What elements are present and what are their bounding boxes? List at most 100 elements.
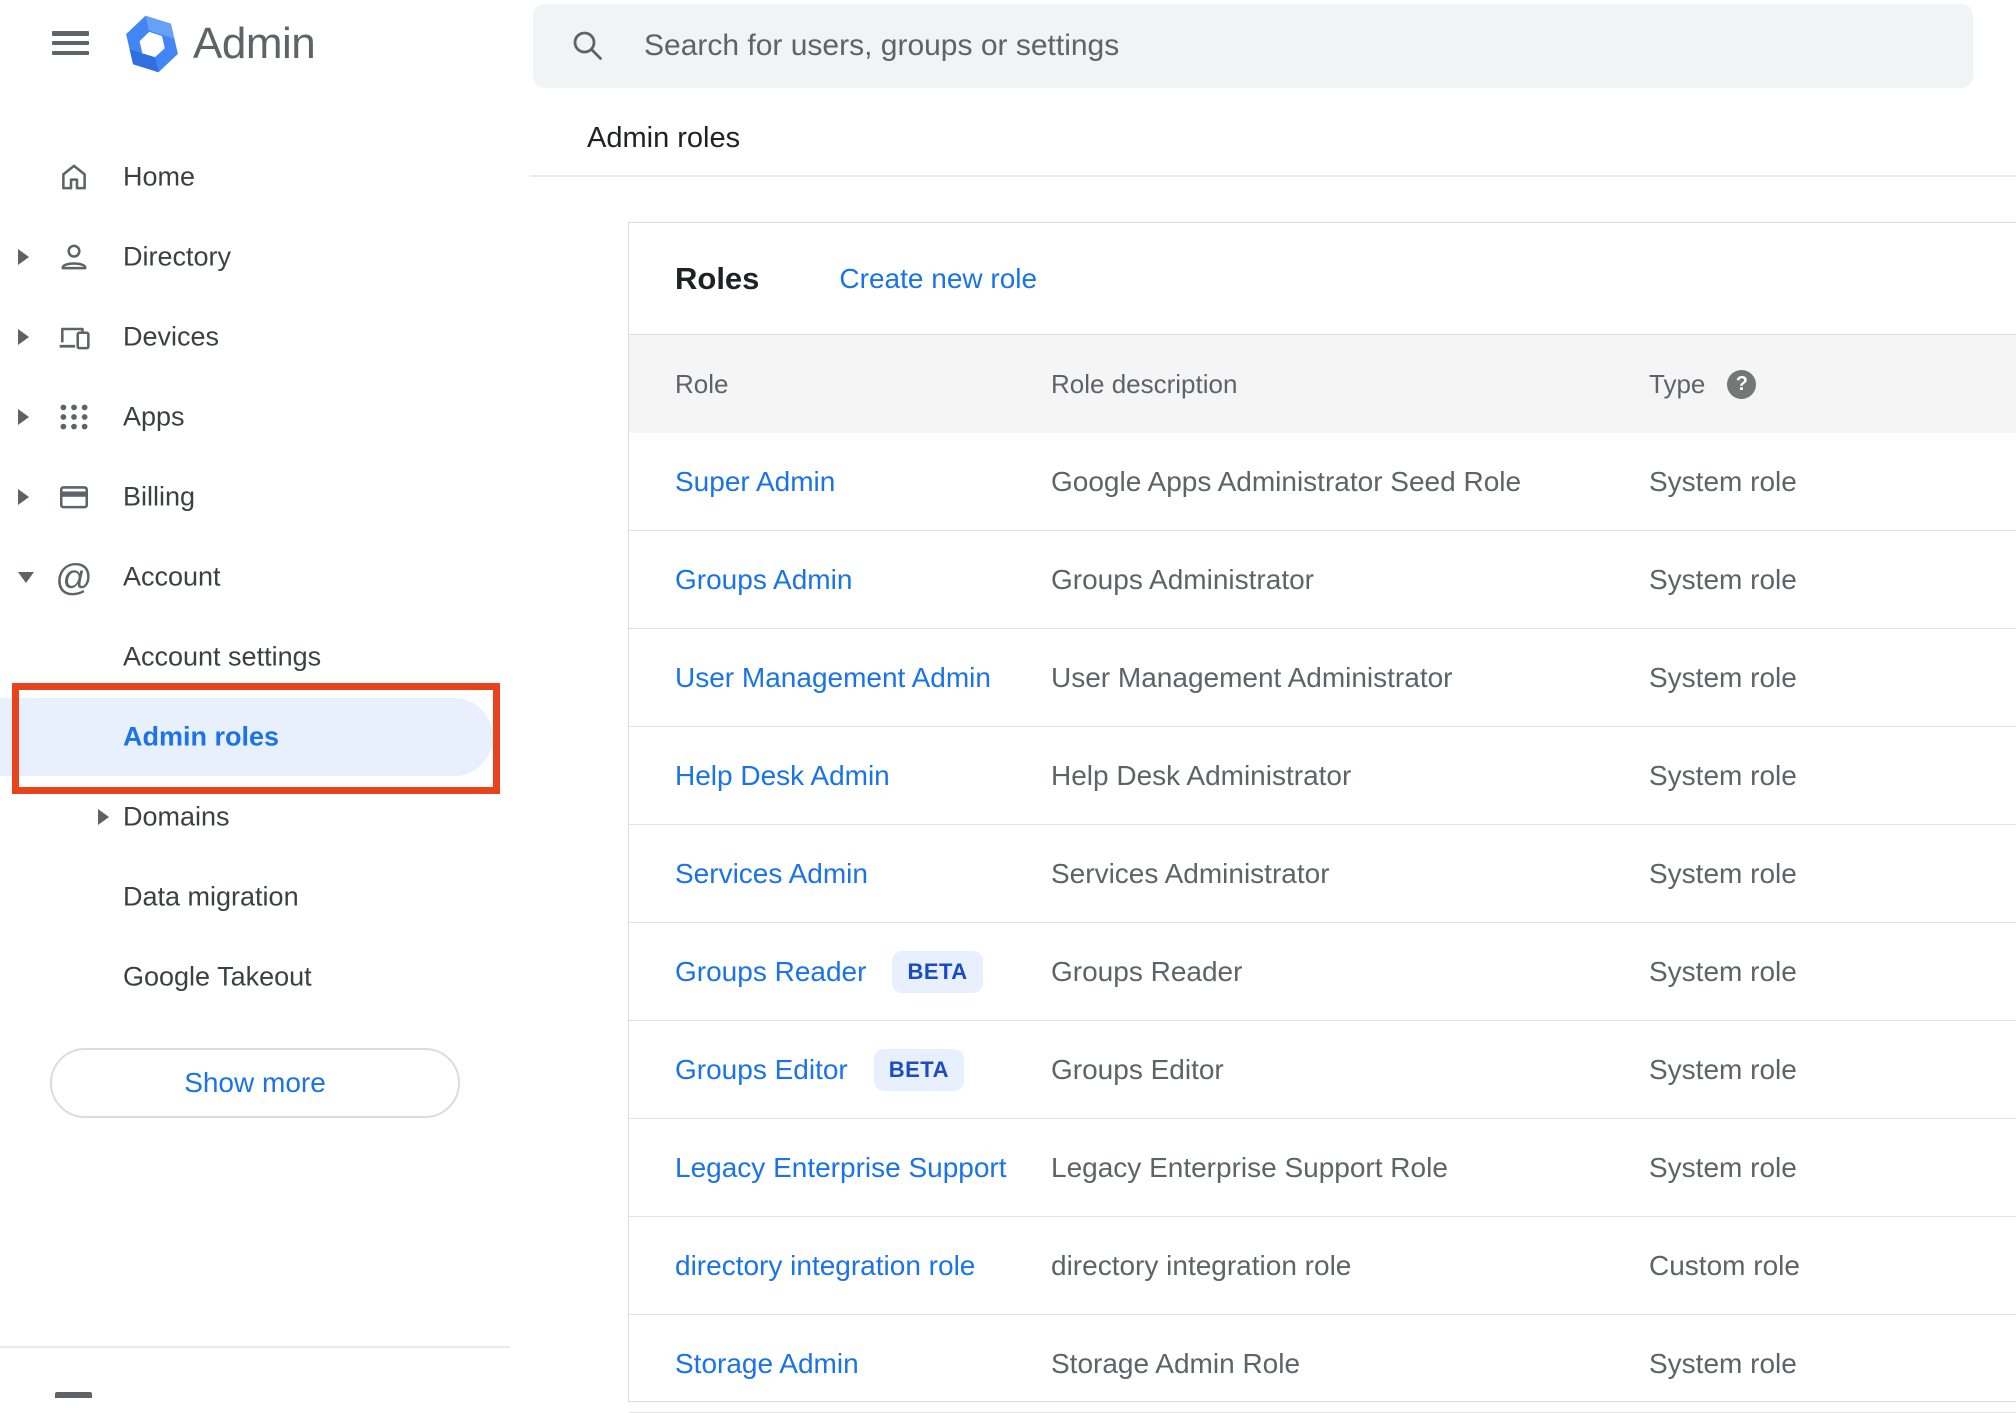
panel-title: Roles xyxy=(675,260,760,296)
role-description: Legacy Enterprise Support Role xyxy=(1051,1151,1448,1183)
table-header-row: Role Role description Type ? xyxy=(629,334,2016,433)
role-description: Google Apps Administrator Seed Role xyxy=(1051,465,1522,497)
role-link[interactable]: Groups Editor xyxy=(675,1054,848,1086)
roles-panel: Roles Create new role Role Role descript… xyxy=(628,222,2016,1413)
role-link[interactable]: Super Admin xyxy=(675,466,835,498)
sidebar-item-admin-roles[interactable]: Admin roles xyxy=(0,697,530,777)
role-description: Groups Administrator xyxy=(1051,563,1314,595)
role-link[interactable]: User Management Admin xyxy=(675,662,991,694)
at-sign-icon: @ xyxy=(55,556,93,598)
credit-card-icon xyxy=(56,479,92,515)
sidebar-item-label: Devices xyxy=(123,321,220,352)
sidebar-item-label: Apps xyxy=(123,401,185,432)
expand-arrow-icon[interactable] xyxy=(18,249,29,265)
role-type: System role xyxy=(1649,857,1797,889)
beta-badge: BETA xyxy=(873,1048,965,1091)
sidebar-item-label: Admin roles xyxy=(123,721,280,752)
sidebar-item-account[interactable]: @ Account xyxy=(0,537,530,617)
role-link[interactable]: Legacy Enterprise Support xyxy=(675,1152,1007,1184)
expand-arrow-icon[interactable] xyxy=(18,489,29,505)
sidebar-bottom-divider xyxy=(0,1346,510,1348)
sidebar-item-home[interactable]: Home xyxy=(0,137,530,217)
expand-arrow-icon[interactable] xyxy=(98,809,109,825)
app-title: Admin xyxy=(193,19,316,68)
search-input[interactable] xyxy=(644,29,1943,63)
sidebar-item-label: Google Takeout xyxy=(123,961,312,992)
sidebar-item-apps[interactable]: Apps xyxy=(0,377,530,457)
role-description: User Management Administrator xyxy=(1051,661,1453,693)
role-type: System role xyxy=(1649,955,1797,987)
table-row: User Management Admin User Management Ad… xyxy=(629,629,2016,727)
devices-icon xyxy=(56,319,92,355)
role-link[interactable]: Help Desk Admin xyxy=(675,760,890,792)
role-link[interactable]: Services Admin xyxy=(675,858,868,890)
apps-grid-icon xyxy=(56,399,92,435)
role-type: System role xyxy=(1649,1053,1797,1085)
search-bar[interactable] xyxy=(533,4,1973,88)
sidebar-item-google-takeout[interactable]: Google Takeout xyxy=(0,937,530,1017)
roles-panel-header: Roles Create new role xyxy=(629,223,2016,334)
table-row: Groups Reader BETA Groups Reader System … xyxy=(629,923,2016,1021)
sidebar-item-label: Domains xyxy=(123,801,230,832)
sidebar-item-billing[interactable]: Billing xyxy=(0,457,530,537)
sidebar-item-label: Directory xyxy=(123,241,232,272)
table-row: Storage Admin Storage Admin Role System … xyxy=(629,1315,2016,1413)
table-row: directory integration role directory int… xyxy=(629,1217,2016,1315)
role-description: Groups Editor xyxy=(1051,1053,1224,1085)
sidebar-item-label: Home xyxy=(123,161,196,192)
role-description: Storage Admin Role xyxy=(1051,1347,1301,1379)
sidebar-item-label: Data migration xyxy=(123,881,299,912)
role-type: System role xyxy=(1649,1347,1797,1379)
table-row: Groups Admin Groups Administrator System… xyxy=(629,531,2016,629)
role-type: System role xyxy=(1649,661,1797,693)
sidebar-item-label: Billing xyxy=(123,481,196,512)
admin-hexagon-logo-icon xyxy=(126,15,178,73)
role-description: directory integration role xyxy=(1051,1249,1352,1281)
search-icon xyxy=(573,31,602,60)
role-link[interactable]: Groups Reader xyxy=(675,956,866,988)
role-type: System role xyxy=(1649,563,1797,595)
role-description: Services Administrator xyxy=(1051,857,1330,889)
sidebar-item-domains[interactable]: Domains xyxy=(0,777,530,857)
column-header-role: Role xyxy=(675,368,729,399)
column-header-description: Role description xyxy=(1051,368,1238,399)
role-link[interactable]: Storage Admin xyxy=(675,1348,859,1380)
sidebar-item-directory[interactable]: Directory xyxy=(0,217,530,297)
expand-arrow-icon[interactable] xyxy=(18,409,29,425)
show-more-button[interactable]: Show more xyxy=(50,1048,460,1118)
role-link[interactable]: directory integration role xyxy=(675,1250,975,1282)
role-type: Custom role xyxy=(1649,1249,1800,1281)
breadcrumb: Admin roles xyxy=(587,122,741,154)
role-description: Help Desk Administrator xyxy=(1051,759,1352,791)
table-row: Help Desk Admin Help Desk Administrator … xyxy=(629,727,2016,825)
role-type: System role xyxy=(1649,465,1797,497)
role-type: System role xyxy=(1649,759,1797,791)
role-link[interactable]: Groups Admin xyxy=(675,564,852,596)
cut-off-icon xyxy=(55,1392,92,1398)
table-row: Services Admin Services Administrator Sy… xyxy=(629,825,2016,923)
table-row: Super Admin Google Apps Administrator Se… xyxy=(629,433,2016,531)
person-icon xyxy=(56,239,92,275)
sidebar-item-label: Account settings xyxy=(123,641,322,672)
admin-console-screen: Admin Home Directory Devices Apps Billin… xyxy=(0,0,2016,1413)
role-type: System role xyxy=(1649,1151,1797,1183)
expand-arrow-icon[interactable] xyxy=(18,329,29,345)
header-divider xyxy=(530,175,2016,177)
beta-badge: BETA xyxy=(892,950,983,993)
role-description: Groups Reader xyxy=(1051,955,1243,987)
sidebar: Admin Home Directory Devices Apps Billin… xyxy=(0,0,530,1398)
table-row: Legacy Enterprise Support Legacy Enterpr… xyxy=(629,1119,2016,1217)
sidebar-item-account-settings[interactable]: Account settings xyxy=(0,617,530,697)
column-header-type: Type xyxy=(1649,368,1706,399)
sidebar-item-data-migration[interactable]: Data migration xyxy=(0,857,530,937)
create-new-role-link[interactable]: Create new role xyxy=(839,263,1037,295)
sidebar-item-label: Account xyxy=(123,561,221,592)
admin-logo: Admin xyxy=(126,14,316,74)
sidebar-item-devices[interactable]: Devices xyxy=(0,297,530,377)
collapse-arrow-icon[interactable] xyxy=(18,572,34,583)
home-icon xyxy=(56,159,92,195)
sidebar-nav: Home Directory Devices Apps Billing @ Ac… xyxy=(0,137,530,1017)
help-icon[interactable]: ? xyxy=(1727,369,1757,399)
hamburger-menu-icon[interactable] xyxy=(52,31,89,56)
table-row: Groups Editor BETA Groups Editor System … xyxy=(629,1021,2016,1119)
